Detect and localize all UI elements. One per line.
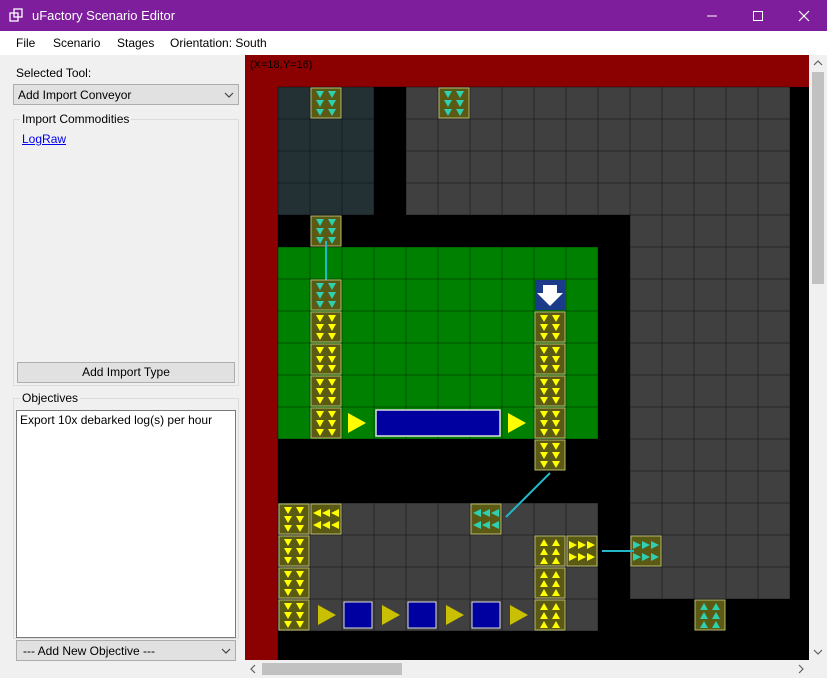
debarker-machine <box>375 409 501 437</box>
scroll-left-icon[interactable] <box>249 664 257 674</box>
scroll-up-icon[interactable] <box>813 59 823 67</box>
menu-scenario[interactable]: Scenario <box>53 36 100 50</box>
minimize-button[interactable] <box>689 0 735 31</box>
conveyor-tile <box>534 375 566 407</box>
add-objective-dropdown[interactable]: --- Add New Objective --- <box>16 640 236 661</box>
conveyor-tile-group <box>310 375 342 407</box>
machine-small <box>343 601 373 629</box>
wall <box>598 247 630 599</box>
conveyor-tile <box>566 535 598 567</box>
chevron-down-icon <box>224 92 234 98</box>
import-commodities-group: Import Commodities LogRaw Add Import Typ… <box>13 112 239 386</box>
horizontal-scroll-thumb[interactable] <box>262 663 402 675</box>
scroll-corner <box>809 660 827 678</box>
machine-small <box>471 601 501 629</box>
conveyor-tile-group <box>534 375 566 407</box>
vertical-scroll-thumb[interactable] <box>812 72 824 284</box>
conveyor-tile <box>534 407 566 439</box>
conveyor-tile-group <box>310 311 342 343</box>
title-bar[interactable]: uFactory Scenario Editor <box>0 0 827 31</box>
grid-border-left <box>245 55 278 660</box>
scroll-right-icon[interactable] <box>797 664 805 674</box>
menu-orientation[interactable]: Orientation: South <box>170 36 267 50</box>
close-icon <box>798 10 810 21</box>
factory-grid-canvas[interactable] <box>245 55 827 660</box>
objectives-group: Objectives Export 10x debarked log(s) pe… <box>13 391 239 639</box>
conveyor-tile-group <box>310 343 342 375</box>
add-objective-value: --- Add New Objective --- <box>23 644 156 658</box>
conveyor-tile <box>438 87 470 119</box>
conveyor-tile-group <box>278 599 310 631</box>
menu-stages[interactable]: Stages <box>117 36 154 50</box>
factory-grid[interactable] <box>245 55 827 678</box>
close-button[interactable] <box>781 0 827 31</box>
menu-bar: File Scenario Stages Orientation: South <box>0 31 827 55</box>
horizontal-scrollbar[interactable] <box>245 660 809 678</box>
conveyor-tile-group <box>630 535 662 567</box>
conveyor-tile-group <box>566 535 598 567</box>
conveyor-tile-group <box>534 599 566 631</box>
conveyor-tile <box>310 503 342 535</box>
conveyor-tile <box>534 567 566 599</box>
conveyor-tile <box>534 599 566 631</box>
import-tile <box>310 87 342 119</box>
selected-tool-value: Add Import Conveyor <box>18 88 132 102</box>
scroll-down-icon[interactable] <box>813 648 823 656</box>
minimize-icon <box>707 15 717 16</box>
conveyor-tile-group <box>470 503 502 535</box>
import-commodities-title: Import Commodities <box>20 112 132 126</box>
objectives-title: Objectives <box>20 391 81 405</box>
chevron-down-icon <box>221 648 231 654</box>
conveyor-tile <box>310 375 342 407</box>
conveyor-tile-group <box>310 407 342 439</box>
conveyor-tile-group <box>534 535 566 567</box>
conveyor-tile <box>278 567 310 599</box>
maximize-button[interactable] <box>735 0 781 31</box>
export-marker <box>535 280 565 310</box>
wall <box>278 471 630 503</box>
conveyor-tile-group <box>278 535 310 567</box>
conveyor-tile-group <box>534 311 566 343</box>
conveyor-tile-group <box>310 503 342 535</box>
conveyor-tile <box>278 503 310 535</box>
app-icon <box>9 8 23 22</box>
conveyor-tile <box>310 311 342 343</box>
selected-tool-dropdown[interactable]: Add Import Conveyor <box>13 84 239 105</box>
conveyor-tile <box>278 599 310 631</box>
cursor-coordinates: (X=18,Y=16) <box>250 59 313 71</box>
conveyor-tile-group <box>534 567 566 599</box>
conveyor-tile <box>278 535 310 567</box>
conveyor-tile-group <box>534 343 566 375</box>
conveyor-tile <box>694 599 726 631</box>
add-import-type-button[interactable]: Add Import Type <box>17 362 235 383</box>
conveyor-tile <box>534 311 566 343</box>
export-tile <box>694 599 726 631</box>
menu-file[interactable]: File <box>16 36 35 50</box>
conveyor-tile <box>310 279 342 311</box>
conveyor-tile <box>310 87 342 119</box>
conveyor-tile-group <box>534 439 566 471</box>
left-panel: Selected Tool: Add Import Conveyor Impor… <box>0 55 245 678</box>
conveyor-tile <box>534 343 566 375</box>
import-tile <box>438 87 470 119</box>
maximize-icon <box>753 10 763 21</box>
window-title: uFactory Scenario Editor <box>32 8 176 23</box>
conveyor-tile <box>310 343 342 375</box>
objectives-textarea[interactable]: Export 10x debarked log(s) per hour <box>16 410 236 638</box>
commodity-link-lograw[interactable]: LogRaw <box>22 132 66 146</box>
vertical-scrollbar[interactable] <box>809 55 827 660</box>
conveyor-tile <box>630 535 662 567</box>
selected-tool-label: Selected Tool: <box>16 66 92 80</box>
conveyor-tile <box>310 407 342 439</box>
machine-small <box>407 601 437 629</box>
grid-border-top <box>245 55 827 87</box>
conveyor-tile <box>534 535 566 567</box>
conveyor-tile-group <box>278 567 310 599</box>
conveyor-tile <box>534 439 566 471</box>
conveyor-tile-group <box>534 407 566 439</box>
conveyor-tile-group <box>310 279 342 311</box>
conveyor-tile-group <box>278 503 310 535</box>
conveyor-tile <box>470 503 502 535</box>
